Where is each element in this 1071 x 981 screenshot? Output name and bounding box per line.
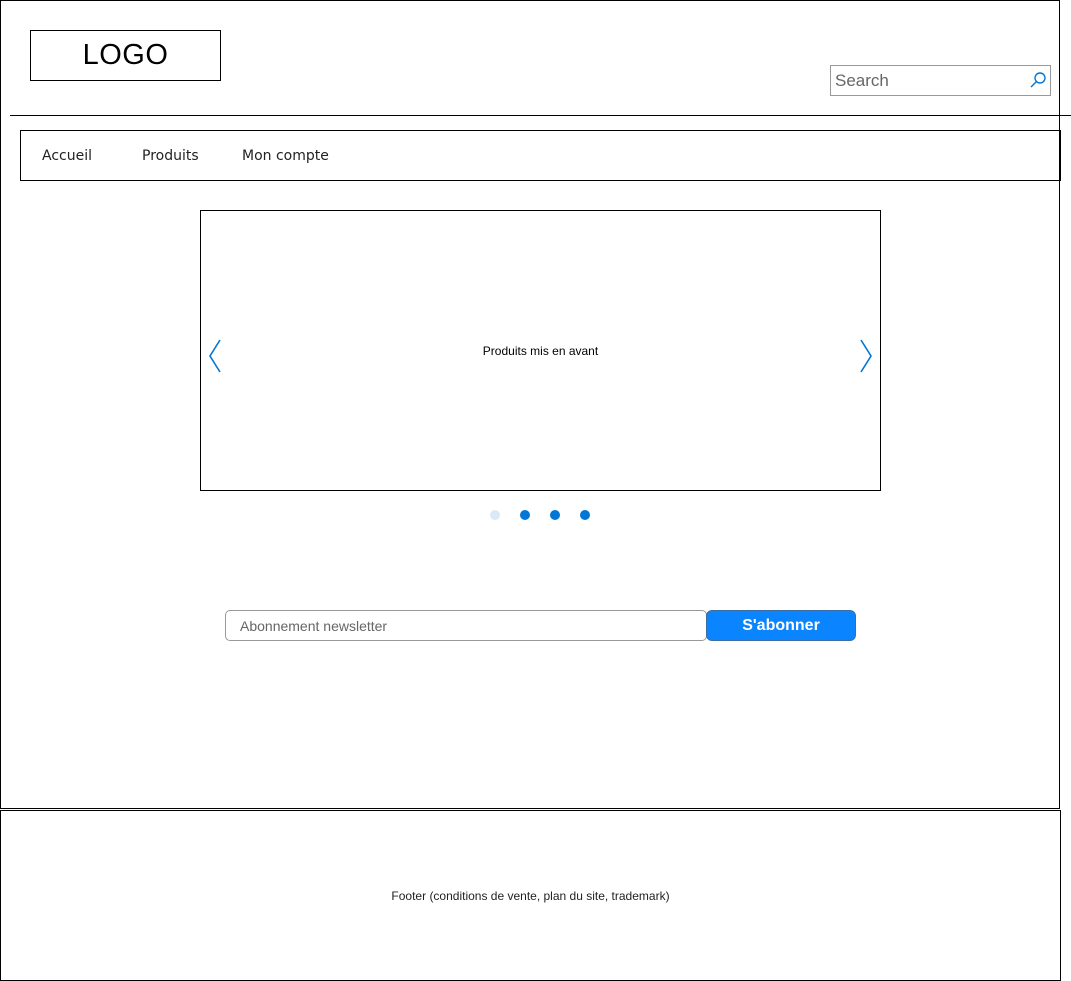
carousel-caption: Produits mis en avant	[482, 344, 599, 358]
carousel-dot[interactable]	[490, 510, 500, 520]
featured-carousel: Produits mis en avant	[200, 210, 881, 491]
carousel-dot[interactable]	[550, 510, 560, 520]
search-box[interactable]	[830, 65, 1051, 96]
logo-text: LOGO	[82, 39, 169, 71]
nav-item-produits[interactable]: Produits	[142, 148, 199, 164]
footer: Footer (conditions de vente, plan du sit…	[0, 810, 1061, 981]
carousel-dot[interactable]	[520, 510, 530, 520]
footer-text: Footer (conditions de vente, plan du sit…	[391, 889, 670, 903]
carousel-indicators	[490, 510, 600, 522]
carousel-dot[interactable]	[580, 510, 590, 520]
main-nav: Accueil Produits Mon compte	[20, 130, 1061, 181]
nav-item-mon-compte[interactable]: Mon compte	[242, 148, 329, 164]
nav-item-accueil[interactable]: Accueil	[42, 148, 92, 164]
logo[interactable]: LOGO	[30, 30, 221, 81]
subscribe-button[interactable]: S'abonner	[706, 610, 856, 641]
search-input[interactable]	[831, 66, 1021, 95]
newsletter-input[interactable]	[225, 610, 707, 641]
header-divider	[10, 115, 1071, 116]
chevron-right-icon[interactable]	[859, 339, 873, 373]
search-icon[interactable]	[1029, 71, 1047, 89]
